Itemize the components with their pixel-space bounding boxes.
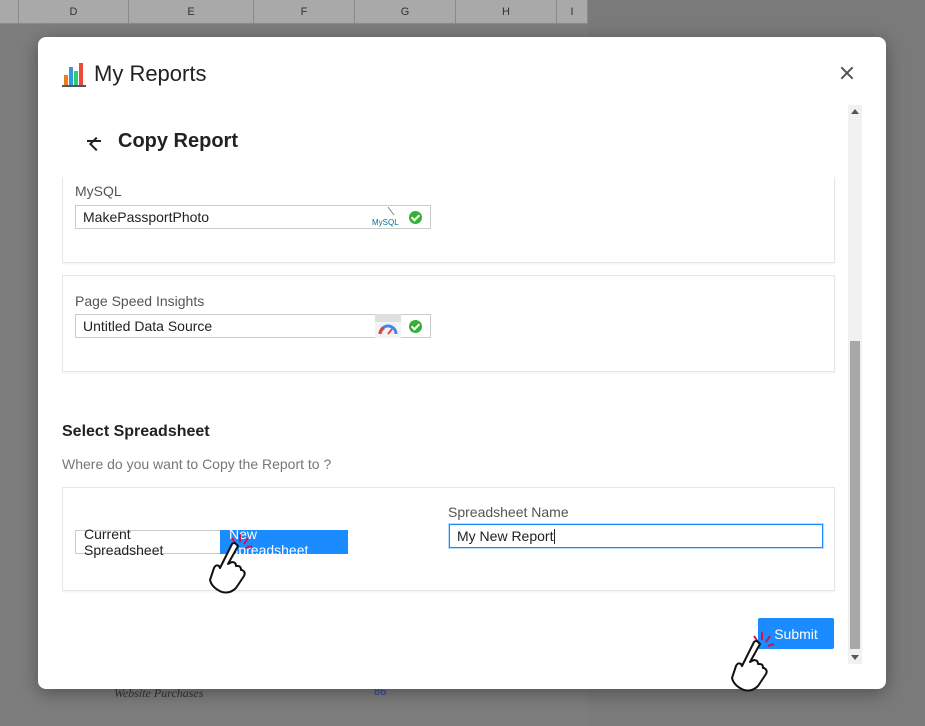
- column-header-i[interactable]: I: [557, 0, 588, 24]
- column-header-h[interactable]: H: [456, 0, 557, 24]
- copy-report-header: Copy Report: [62, 105, 836, 177]
- close-icon[interactable]: [838, 64, 856, 82]
- page-speed-logo-icon: [375, 314, 401, 338]
- copy-report-scroll-area[interactable]: Copy Report MySQL MakePassportPhoto MySQ…: [62, 105, 836, 665]
- data-source-label: MySQL: [75, 183, 122, 199]
- back-arrow-icon[interactable]: [84, 131, 104, 151]
- column-header-blank: [0, 0, 19, 24]
- mysql-logo-icon: MySQL: [371, 205, 401, 229]
- check-circle-icon: [409, 320, 422, 333]
- current-spreadsheet-label: Current Spreadsheet: [84, 526, 164, 558]
- scrollbar[interactable]: [848, 105, 862, 664]
- column-header-f[interactable]: F: [254, 0, 355, 24]
- data-source-label: Page Speed Insights: [75, 293, 205, 309]
- column-header-d[interactable]: D: [19, 0, 129, 24]
- submit-label: Submit: [774, 625, 818, 642]
- data-source-card-pagespeed: Page Speed Insights Untitled Data Source: [62, 275, 835, 372]
- check-circle-icon: [409, 211, 422, 224]
- column-header-e[interactable]: E: [129, 0, 254, 24]
- bar-chart-icon: [62, 61, 88, 87]
- select-spreadsheet-subtitle: Where do you want to Copy the Report to …: [62, 456, 332, 472]
- spreadsheet-options-card: Current Spreadsheet New Spreadsheet Spre…: [62, 487, 835, 591]
- spreadsheet-name-label: Spreadsheet Name: [448, 504, 569, 520]
- scrollbar-thumb[interactable]: [850, 341, 860, 649]
- text-caret: [554, 528, 556, 544]
- dialog-title: My Reports: [62, 61, 206, 87]
- click-hand-icon: [206, 532, 258, 596]
- data-source-value: Untitled Data Source: [83, 318, 213, 334]
- select-spreadsheet-heading: Select Spreadsheet: [62, 423, 210, 440]
- spreadsheet-name-value: My New Report: [457, 528, 554, 544]
- column-header-g[interactable]: G: [355, 0, 456, 24]
- click-hand-icon: [728, 630, 780, 694]
- dialog-title-text: My Reports: [94, 61, 207, 86]
- copy-report-title: Copy Report: [118, 129, 238, 152]
- current-spreadsheet-button[interactable]: Current Spreadsheet: [75, 526, 221, 558]
- spreadsheet-name-input[interactable]: My New Report: [449, 524, 823, 548]
- column-header-row: D E F G H I: [0, 0, 588, 24]
- scroll-up-arrow-icon[interactable]: [851, 109, 859, 114]
- data-source-value: MakePassportPhoto: [83, 209, 210, 225]
- scroll-down-arrow-icon[interactable]: [851, 655, 859, 660]
- my-reports-dialog: My Reports Copy Report MySQL MakePasspor…: [38, 37, 886, 689]
- mysql-logo-text: MySQL: [372, 218, 399, 227]
